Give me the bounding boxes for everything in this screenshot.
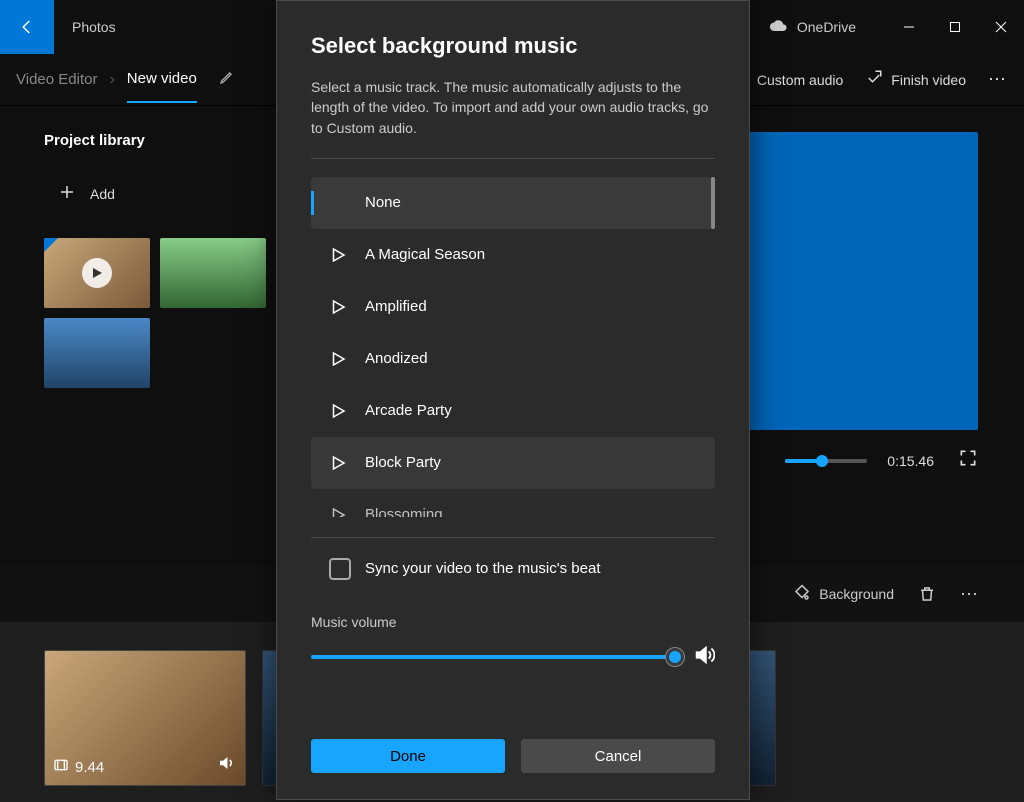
track-option-none[interactable]: None <box>311 177 715 229</box>
play-icon[interactable] <box>329 298 365 316</box>
chevron-right-icon: › <box>109 71 114 89</box>
close-button[interactable] <box>978 7 1024 47</box>
rename-button[interactable] <box>219 69 235 90</box>
custom-audio-label: Custom audio <box>757 72 843 88</box>
divider <box>311 537 715 538</box>
clip-duration: 9.44 <box>75 759 104 776</box>
delete-button[interactable] <box>918 585 936 603</box>
export-icon <box>865 69 883 90</box>
track-option[interactable]: Arcade Party <box>311 385 715 437</box>
storyboard-clip[interactable]: 9.44 <box>44 650 246 786</box>
track-list[interactable]: None A Magical Season Amplified Anodized… <box>311 177 715 517</box>
play-icon[interactable] <box>329 454 365 472</box>
fullscreen-button[interactable] <box>948 448 978 473</box>
track-option[interactable]: A Magical Season <box>311 229 715 281</box>
onedrive-label: OneDrive <box>797 19 856 35</box>
timecode: 0:15.46 <box>887 453 934 469</box>
track-label: None <box>365 194 401 211</box>
window-controls <box>886 7 1024 47</box>
finish-video-button[interactable]: Finish video <box>865 69 966 90</box>
onedrive-status[interactable]: OneDrive <box>769 19 856 36</box>
track-option[interactable]: Blossoming <box>311 489 715 517</box>
dialog-description: Select a music track. The music automati… <box>311 77 715 138</box>
used-marker-icon <box>44 238 58 252</box>
dialog-title: Select background music <box>311 33 715 59</box>
maximize-button[interactable] <box>932 7 978 47</box>
divider <box>311 158 715 159</box>
track-label: A Magical Season <box>365 246 485 263</box>
track-option[interactable]: Anodized <box>311 333 715 385</box>
back-button[interactable] <box>0 0 54 54</box>
play-icon[interactable] <box>329 506 365 517</box>
library-thumb[interactable] <box>44 318 150 388</box>
play-icon[interactable] <box>329 402 365 420</box>
dialog-footer: Done Cancel <box>277 717 749 799</box>
seek-slider[interactable] <box>785 459 867 463</box>
paint-icon <box>793 584 811 605</box>
app-title: Photos <box>72 19 116 35</box>
sync-label: Sync your video to the music's beat <box>365 560 600 577</box>
card-more-button[interactable]: ⋯ <box>960 584 980 605</box>
track-label: Anodized <box>365 350 428 367</box>
track-option[interactable]: Block Party <box>311 437 715 489</box>
more-button[interactable]: ⋯ <box>988 69 1008 90</box>
sync-checkbox[interactable] <box>329 558 351 580</box>
track-label: Block Party <box>365 454 441 471</box>
trash-icon <box>918 585 936 603</box>
add-label: Add <box>90 186 115 202</box>
minimize-button[interactable] <box>886 7 932 47</box>
play-icon <box>82 258 112 288</box>
project-title[interactable]: New video <box>127 70 197 103</box>
track-label: Blossoming <box>365 506 443 517</box>
custom-audio-button[interactable]: Custom audio <box>757 72 843 88</box>
background-music-dialog: Select background music Select a music t… <box>276 0 750 800</box>
done-button[interactable]: Done <box>311 739 505 773</box>
plus-icon <box>58 183 76 204</box>
volume-slider[interactable] <box>311 655 675 659</box>
volume-label: Music volume <box>311 614 715 630</box>
background-button[interactable]: Background <box>793 584 894 605</box>
library-thumb[interactable] <box>160 238 266 308</box>
cancel-button[interactable]: Cancel <box>521 739 715 773</box>
volume-icon[interactable] <box>693 644 715 671</box>
scrollbar[interactable] <box>711 177 715 229</box>
breadcrumb-root[interactable]: Video Editor <box>16 71 97 88</box>
track-label: Arcade Party <box>365 402 452 419</box>
library-thumb[interactable] <box>44 238 150 308</box>
finish-video-label: Finish video <box>891 72 966 88</box>
clip-volume-icon[interactable] <box>217 754 235 777</box>
track-option[interactable]: Amplified <box>311 281 715 333</box>
cloud-icon <box>769 19 789 36</box>
filmstrip-icon <box>53 757 69 777</box>
track-label: Amplified <box>365 298 427 315</box>
play-icon[interactable] <box>329 350 365 368</box>
background-label: Background <box>819 586 894 602</box>
play-icon[interactable] <box>329 246 365 264</box>
